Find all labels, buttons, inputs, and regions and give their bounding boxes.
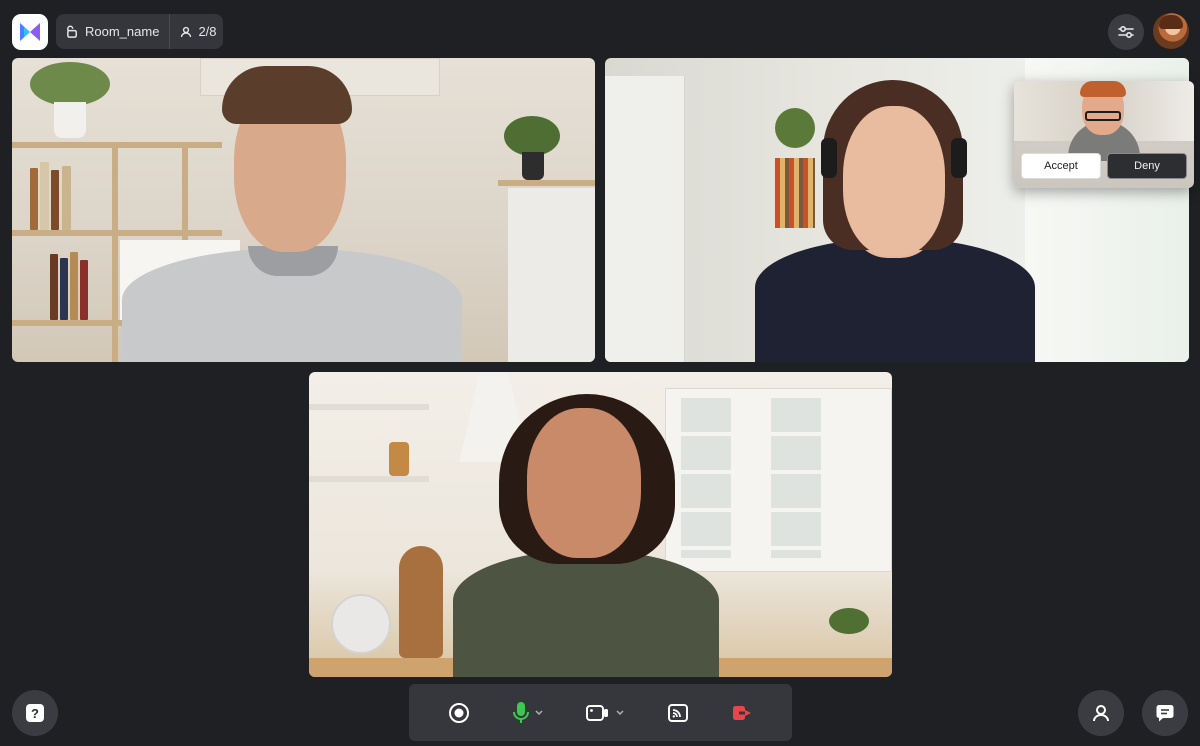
- room-name: Room_name: [85, 24, 160, 39]
- jar: [389, 442, 409, 476]
- book: [62, 166, 71, 230]
- app-logo-icon: [20, 23, 40, 41]
- join-request-actions: Accept Deny: [1021, 153, 1187, 179]
- record-icon: [448, 702, 469, 723]
- wall-hanging: [775, 158, 815, 228]
- request-person-glasses: [1085, 111, 1121, 121]
- cast-button[interactable]: [667, 703, 689, 723]
- fireplace: [508, 188, 595, 362]
- video-tile-participant-3[interactable]: [309, 372, 892, 677]
- chat-button[interactable]: [1142, 690, 1188, 736]
- cabinet-glass: [771, 398, 821, 558]
- plant: [504, 116, 560, 156]
- sliders-icon: [1118, 25, 1134, 39]
- cutting-board: [399, 546, 443, 658]
- user-icon: [181, 26, 192, 37]
- video-camera-icon: [586, 704, 609, 721]
- plant: [30, 62, 110, 106]
- app-logo[interactable]: [12, 14, 48, 50]
- headset: [821, 138, 837, 178]
- request-person-hair: [1080, 81, 1126, 97]
- person-body: [453, 550, 719, 677]
- pot: [522, 152, 544, 180]
- record-button[interactable]: [448, 702, 470, 724]
- book: [30, 168, 38, 230]
- person-head: [527, 408, 641, 558]
- room-info-pill: Room_name 2/8: [56, 14, 223, 49]
- shelf: [309, 476, 429, 482]
- deny-button[interactable]: Deny: [1107, 153, 1187, 179]
- call-controls-toolbar: [409, 684, 792, 741]
- video-tile-participant-1[interactable]: [12, 58, 595, 362]
- participant-count: 2/8: [198, 24, 217, 39]
- book: [51, 170, 59, 230]
- person-hair: [222, 66, 352, 124]
- unlock-icon: [67, 25, 77, 38]
- accept-button[interactable]: Accept: [1021, 153, 1101, 179]
- pot: [54, 102, 86, 138]
- participants-button[interactable]: [1078, 690, 1124, 736]
- user-avatar[interactable]: [1153, 13, 1189, 49]
- book: [60, 258, 68, 320]
- help-icon: ?: [26, 704, 44, 722]
- book: [40, 162, 49, 230]
- plant: [829, 608, 869, 634]
- help-button[interactable]: ?: [12, 690, 58, 736]
- headset: [951, 138, 967, 178]
- room-name-segment[interactable]: Room_name: [56, 14, 169, 49]
- leave-call-button[interactable]: [731, 703, 753, 723]
- book: [80, 260, 88, 320]
- microphone-icon: [512, 701, 529, 723]
- book: [50, 254, 58, 320]
- chevron-down-icon[interactable]: [615, 709, 625, 717]
- chevron-down-icon[interactable]: [534, 709, 544, 717]
- cabinet-glass: [681, 398, 731, 558]
- shelf: [309, 404, 429, 410]
- user-icon: [1093, 705, 1109, 722]
- plate: [331, 594, 391, 654]
- microphone-toggle[interactable]: [512, 701, 544, 725]
- join-request-popup: Accept Deny: [1014, 81, 1194, 188]
- person-face: [843, 106, 945, 256]
- book: [70, 252, 78, 320]
- shelf: [498, 180, 595, 186]
- cast-icon: [668, 703, 689, 722]
- door: [605, 76, 685, 362]
- participant-count-segment[interactable]: 2/8: [169, 14, 226, 49]
- plant: [775, 108, 815, 148]
- leave-icon: [733, 705, 752, 720]
- shelf: [112, 142, 118, 362]
- chat-bubble-icon: [1156, 705, 1174, 722]
- settings-button[interactable]: [1108, 14, 1144, 50]
- camera-toggle[interactable]: [585, 703, 625, 723]
